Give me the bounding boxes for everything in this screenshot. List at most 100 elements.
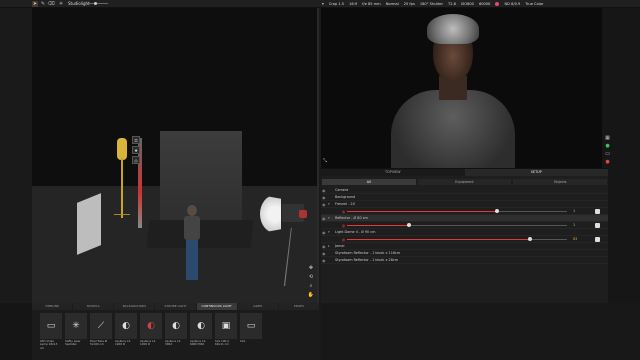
eye-icon[interactable]: ◉	[322, 250, 326, 257]
library-item[interactable]: ✳ Softly Gear Spotstar	[65, 313, 87, 357]
reflector-intensity-slider[interactable]	[347, 223, 567, 227]
library-item[interactable]: ⟋ Pixel Tube Ø 5x100 cm	[90, 313, 112, 357]
expand-icon[interactable]: ▸	[328, 243, 330, 250]
pencil-tool-icon[interactable]: ✎	[40, 1, 46, 7]
tree-item-camera[interactable]: ◉ Camera	[321, 187, 608, 194]
fresnel-intensity-slider[interactable]	[347, 209, 567, 213]
filter-all[interactable]: All	[322, 179, 416, 185]
tree-item-jamal[interactable]: ◉ ▸ Jamal	[321, 243, 608, 250]
tree-item-reflector[interactable]: ◉ ▾ Reflector - Ø 80 cm	[321, 215, 608, 222]
tab-timeline[interactable]: TIMELINE	[32, 303, 73, 310]
grid-icon[interactable]: ▦	[604, 134, 611, 141]
slider-knob[interactable]	[94, 2, 97, 5]
item-name: Aputure LS 300X	[165, 340, 181, 347]
nd-setting[interactable]: ND 8/0.9	[504, 2, 520, 6]
power-icon[interactable]: ◍	[341, 223, 346, 228]
eye-icon[interactable]: ◉	[322, 187, 326, 194]
color-mode-setting[interactable]: True Color	[525, 2, 543, 6]
hand-icon[interactable]: ✋	[308, 292, 314, 298]
filter-objects[interactable]: Objects	[513, 179, 608, 185]
tree-item-light-dome[interactable]: ◉ ▾ Light Dome II - Ø 90 cm	[321, 229, 608, 236]
tab-backgrounds[interactable]: BACKGROUNDS	[114, 303, 155, 310]
tab-grips[interactable]: GRIPS	[237, 303, 278, 310]
tree-label: Background	[335, 195, 356, 199]
rotate-icon[interactable]: ⟲	[308, 274, 314, 280]
zoom-icon[interactable]: ⌕	[308, 283, 314, 289]
item-name: LED Video Lamp 18x13 cm	[40, 340, 58, 350]
tab-topview[interactable]: TOPVIEW	[321, 169, 465, 176]
slider-fill	[347, 225, 409, 226]
library-item[interactable]: ◐ Aputure LS 600D PRO	[190, 313, 212, 357]
enable-checkbox[interactable]	[595, 209, 600, 214]
move-icon[interactable]: ✥	[308, 265, 314, 271]
filter-equipment[interactable]: Equipment	[417, 179, 512, 185]
power-icon[interactable]: ◍	[341, 237, 346, 242]
shutter-setting[interactable]: 180° Shutter	[420, 2, 443, 6]
tree-item-fresnel[interactable]: ◉ ▾ Fresnel - 2X	[321, 201, 608, 208]
eye-icon[interactable]: ◉	[322, 215, 326, 222]
library-item[interactable]: ▣ SLS 100-C 60x11 cm	[215, 313, 237, 357]
eye-icon[interactable]: ◉	[322, 243, 326, 250]
tree-label: Reflector - Ø 80 cm	[335, 216, 368, 220]
library-tabs: TIMELINE MODELS BACKGROUNDS STROBE LIGHT…	[32, 303, 319, 310]
aperture-setting[interactable]: T2.8	[448, 2, 456, 6]
model-head	[187, 205, 197, 216]
library-item[interactable]: ◐ Aputure LS 1200 D	[140, 313, 162, 357]
slider-knob[interactable]	[527, 237, 532, 241]
iso-setting[interactable]: ISO800	[461, 2, 474, 6]
aspect-setting[interactable]: 16:9	[349, 2, 357, 6]
model-jamal[interactable]	[181, 205, 203, 283]
library-item[interactable]: ◐ Aputure LS 300X	[165, 313, 187, 357]
sun-icon[interactable]: ☀	[58, 1, 64, 7]
paint-tool-icon[interactable]: ⌫	[47, 1, 54, 7]
power-icon[interactable]: ◍	[341, 209, 346, 214]
slider-knob[interactable]	[494, 209, 499, 213]
tree-item-styrofoam-28[interactable]: ◉ Styrofoam Reflector - 1 block x 28cm	[321, 257, 608, 264]
record-icon[interactable]: ●	[604, 158, 611, 165]
lock-icon[interactable]: ⚿	[132, 136, 140, 144]
collapse-icon[interactable]: ▾	[328, 229, 330, 236]
select-tool-icon[interactable]: ➤	[32, 1, 38, 7]
camera-menu-icon[interactable]: ▾	[322, 2, 324, 6]
light-dome-intensity-slider[interactable]	[347, 237, 567, 241]
expand-icon[interactable]: ⤡	[323, 158, 327, 164]
tab-setup[interactable]: SETUP	[464, 169, 608, 176]
target-icon[interactable]: ◎	[132, 156, 140, 164]
enable-checkbox[interactable]	[595, 223, 600, 228]
slider-knob[interactable]	[406, 223, 411, 227]
fresnel-light[interactable]	[114, 138, 130, 228]
tree-label: Styrofoam Reflector - 1 block x 28cm	[335, 258, 399, 262]
eye-icon[interactable]: ◉	[322, 229, 326, 236]
item-name: Aputure LS 600D PRO	[190, 340, 206, 347]
camera-icon[interactable]: ▭	[604, 150, 611, 157]
studiolight-slider[interactable]	[88, 2, 108, 5]
eye-icon[interactable]: ◉	[322, 201, 326, 208]
lens-setting[interactable]: f/e 85 mm	[362, 2, 381, 6]
camera-preview: ⤡	[321, 8, 602, 168]
eye-icon[interactable]: ◉	[322, 194, 326, 201]
mode-setting[interactable]: Normal	[386, 2, 399, 6]
tab-strobe-light[interactable]: STROBE LIGHT	[155, 303, 196, 310]
library-item[interactable]: ▭ LED Video Lamp 18x13 cm	[40, 313, 62, 357]
styrofoam-reflector[interactable]	[77, 193, 101, 255]
fps-setting[interactable]: 25 fps	[404, 2, 415, 6]
tab-continuous-light[interactable]: CONTINUOUS LIGHT	[196, 303, 237, 310]
crop-setting[interactable]: Crop 1.5	[329, 2, 344, 6]
tree-item-styrofoam-116[interactable]: ◉ Styrofoam Reflector - 1 block x 116cm	[321, 250, 608, 257]
library-item[interactable]: ▭ SLS	[240, 313, 262, 357]
tree-label: Jamal	[335, 244, 345, 248]
collapse-icon[interactable]: ▾	[328, 215, 330, 222]
tab-models[interactable]: MODELS	[73, 303, 114, 310]
enable-checkbox[interactable]	[595, 237, 600, 242]
studio-3d-viewport[interactable]: ⚿ ✹ ◎ ✥ ⟲ ⌕ ✋	[32, 8, 319, 303]
collapse-icon[interactable]: ▾	[328, 201, 330, 208]
portrait-shirt	[391, 90, 515, 168]
tree-item-background[interactable]: ◉ Background	[321, 194, 608, 201]
stand-pole	[121, 158, 123, 218]
check-icon[interactable]: ●	[604, 142, 611, 149]
bulb-icon[interactable]: ✹	[132, 146, 140, 154]
tab-props[interactable]: PROPS	[278, 303, 319, 310]
white-balance-setting[interactable]: 6000K	[479, 2, 491, 6]
library-item[interactable]: ◐ Aputure LS 1200 D	[115, 313, 137, 357]
eye-icon[interactable]: ◉	[322, 257, 326, 264]
